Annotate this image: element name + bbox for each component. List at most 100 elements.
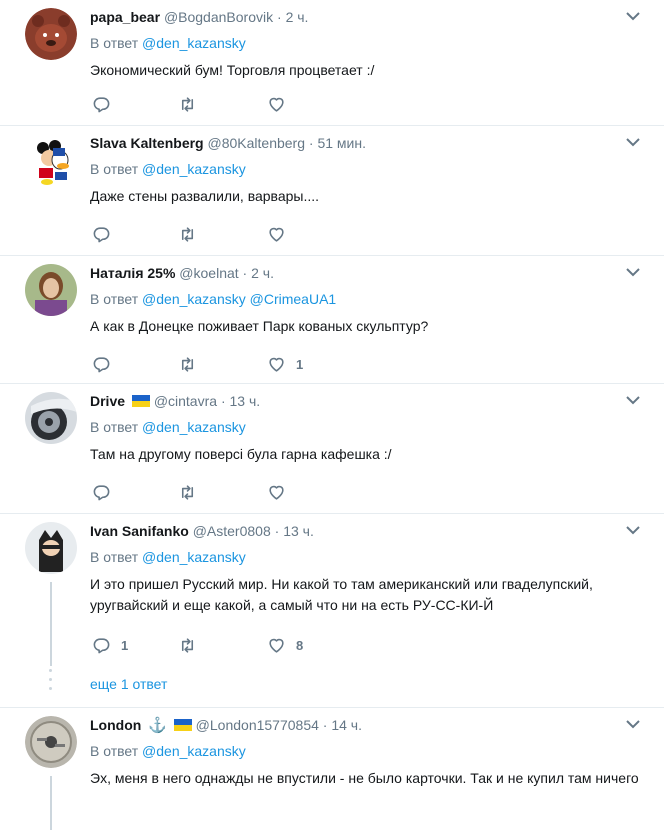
reply-text: Экономический бум! Торговля процветает :…	[90, 62, 375, 78]
reply-text: Даже стены развалили, варвары....	[90, 188, 320, 204]
reply-item[interactable]: Slava Kaltenberg @80Kaltenberg · 51 мин.…	[0, 126, 664, 256]
show-more-replies-link[interactable]: еще 1 ответ	[90, 676, 167, 692]
avatar[interactable]	[25, 264, 77, 316]
author-name[interactable]: Drive	[90, 393, 125, 409]
reply-text: Эх, меня в него однажды не впустили - не…	[90, 770, 639, 786]
mention-link[interactable]: @den_kazansky	[142, 419, 246, 435]
author-handle[interactable]: @London15770854	[196, 717, 319, 733]
like-button[interactable]	[267, 95, 296, 114]
in-reply-label: В ответ	[90, 743, 139, 759]
reply-item[interactable]: London ⚓ @London15770854 · 14 ч. В ответ…	[0, 708, 664, 830]
avatar[interactable]	[25, 392, 77, 444]
thread-dots	[49, 669, 53, 696]
reply-icon	[93, 97, 110, 113]
reply-header: Ivan Sanifanko @Aster0808 · 13 ч.	[90, 521, 314, 541]
chevron-down-icon[interactable]	[626, 720, 640, 729]
in-reply-label: В ответ	[90, 419, 139, 435]
reply-icon	[93, 638, 110, 654]
author-name[interactable]: Наталія 25%	[90, 265, 175, 281]
author-handle[interactable]: @cintavra	[154, 393, 217, 409]
mention-link[interactable]: @den_kazansky	[142, 743, 246, 759]
thread-line	[50, 582, 52, 666]
chevron-down-icon[interactable]	[626, 268, 640, 277]
author-handle[interactable]: @BogdanBorovik	[164, 9, 273, 25]
separator-dot: ·	[322, 717, 328, 733]
like-count: 1	[296, 357, 304, 372]
reply-icon	[93, 485, 110, 501]
reply-text: Там на другому поверсі була гарна кафешк…	[90, 446, 392, 462]
in-reply-to: В ответ @den_kazansky	[90, 548, 246, 566]
avatar[interactable]	[25, 716, 77, 768]
reply-button[interactable]: 1	[92, 636, 128, 655]
author-name[interactable]: papa_bear	[90, 9, 160, 25]
mention-link[interactable]: @den_kazansky	[142, 161, 246, 177]
heart-icon	[269, 357, 284, 372]
reply-item[interactable]: Drive @cintavra · 13 ч. В ответ @den_kaz…	[0, 384, 664, 514]
mention-link[interactable]: @den_kazansky	[142, 35, 246, 51]
chevron-down-icon[interactable]	[626, 12, 640, 21]
retweet-icon	[181, 485, 194, 500]
reply-header: Drive @cintavra · 13 ч.	[90, 391, 260, 411]
author-name[interactable]: Slava Kaltenberg	[90, 135, 204, 151]
reply-header: London ⚓ @London15770854 · 14 ч.	[90, 715, 362, 736]
reply-button[interactable]	[92, 95, 121, 114]
in-reply-label: В ответ	[90, 291, 139, 307]
avatar[interactable]	[25, 134, 77, 186]
in-reply-to: В ответ @den_kazansky	[90, 742, 246, 760]
separator-dot: ·	[220, 393, 226, 409]
separator-dot: ·	[242, 265, 248, 281]
reply-header: Наталія 25% @koelnat · 2 ч.	[90, 263, 274, 283]
retweet-icon	[181, 227, 194, 242]
timestamp[interactable]: 13 ч.	[230, 393, 261, 409]
mention-link[interactable]: @den_kazansky	[142, 291, 246, 307]
heart-icon	[269, 97, 284, 112]
reply-item[interactable]: Ivan Sanifanko @Aster0808 · 13 ч. В отве…	[0, 514, 664, 708]
reply-text: А как в Донецке поживает Парк кованых ск…	[90, 318, 429, 334]
retweet-button[interactable]	[178, 636, 197, 655]
anchor-icon: ⚓	[148, 717, 167, 734]
like-button[interactable]	[267, 225, 296, 244]
heart-icon	[269, 485, 284, 500]
retweet-icon	[181, 97, 194, 112]
author-name[interactable]: London	[90, 717, 141, 733]
chevron-down-icon[interactable]	[626, 396, 640, 405]
avatar[interactable]	[25, 8, 77, 60]
reply-item[interactable]: Наталія 25% @koelnat · 2 ч. В ответ @den…	[0, 256, 664, 384]
mention-link[interactable]: @den_kazansky	[142, 549, 246, 565]
author-handle[interactable]: @koelnat	[179, 265, 238, 281]
like-count: 8	[296, 638, 304, 653]
retweet-button[interactable]	[178, 95, 197, 114]
reply-button[interactable]	[92, 225, 121, 244]
timestamp[interactable]: 2 ч.	[286, 9, 309, 25]
timestamp[interactable]: 14 ч.	[331, 717, 362, 733]
timestamp[interactable]: 13 ч.	[283, 523, 314, 539]
reply-header: Slava Kaltenberg @80Kaltenberg · 51 мин.	[90, 133, 366, 153]
chevron-down-icon[interactable]	[626, 526, 640, 535]
like-button[interactable]: 1	[267, 355, 303, 374]
retweet-button[interactable]	[178, 225, 197, 244]
like-button[interactable]	[267, 483, 296, 502]
author-handle[interactable]: @80Kaltenberg	[208, 135, 306, 151]
mention-link[interactable]: @CrimeaUA1	[250, 291, 337, 307]
author-name[interactable]: Ivan Sanifanko	[90, 523, 189, 539]
timestamp[interactable]: 51 мин.	[317, 135, 366, 151]
ukraine-flag-icon	[131, 395, 150, 407]
in-reply-to: В ответ @den_kazansky	[90, 418, 246, 436]
retweet-button[interactable]	[178, 483, 197, 502]
chevron-down-icon[interactable]	[626, 138, 640, 147]
in-reply-to: В ответ @den_kazansky @CrimeaUA1	[90, 290, 336, 308]
author-handle[interactable]: @Aster0808	[193, 523, 271, 539]
reply-item[interactable]: papa_bear @BogdanBorovik · 2 ч. В ответ …	[0, 0, 664, 126]
like-button[interactable]: 8	[267, 636, 303, 655]
avatar[interactable]	[25, 522, 77, 574]
retweet-icon	[181, 638, 194, 653]
reply-button[interactable]	[92, 355, 121, 374]
in-reply-label: В ответ	[90, 161, 139, 177]
in-reply-label: В ответ	[90, 35, 139, 51]
heart-icon	[269, 638, 284, 653]
thread-line	[50, 776, 52, 830]
retweet-button[interactable]	[178, 355, 197, 374]
timestamp[interactable]: 2 ч.	[251, 265, 274, 281]
ukraine-flag-icon	[173, 719, 192, 731]
reply-button[interactable]	[92, 483, 121, 502]
